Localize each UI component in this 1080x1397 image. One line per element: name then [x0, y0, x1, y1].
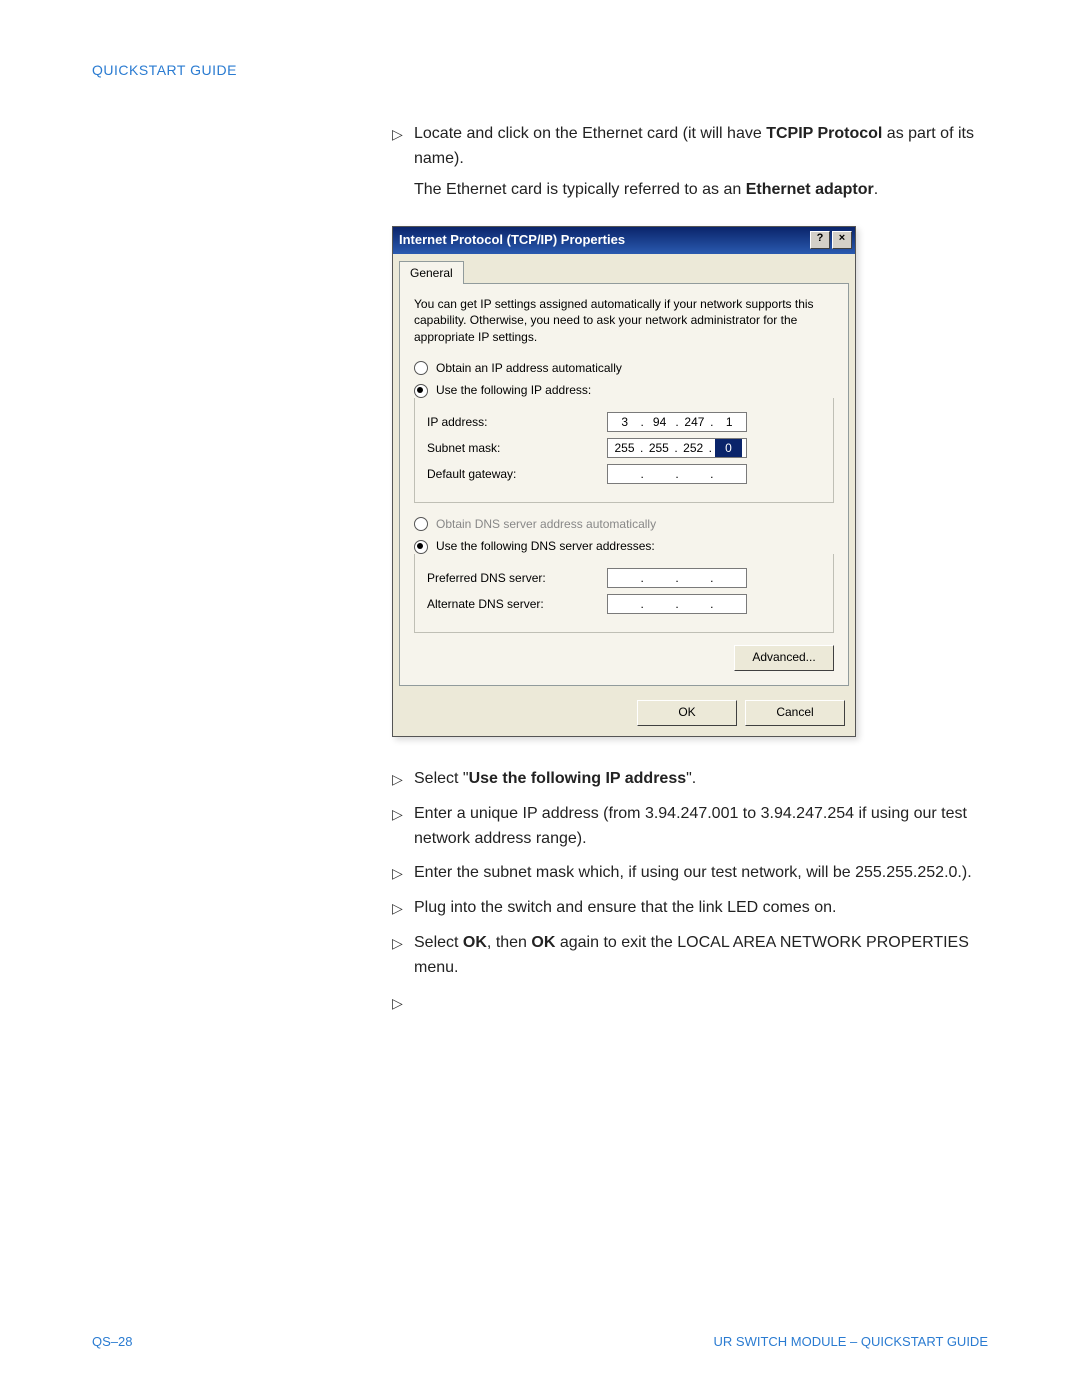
- step-select-use-ip: ▷ Select "Use the following IP address".: [392, 767, 988, 792]
- radio-label: Obtain DNS server address automatically: [436, 515, 656, 534]
- label-ip-address: IP address:: [427, 413, 607, 432]
- step1-pre: Locate and click on the Ethernet card (i…: [414, 125, 766, 142]
- ip-octet: 1: [717, 413, 743, 432]
- ip-octet: 3: [612, 413, 638, 432]
- text: , then: [487, 934, 531, 951]
- close-button[interactable]: ×: [832, 231, 852, 249]
- dns-group: Preferred DNS server: . . . Alternate DN…: [414, 554, 834, 633]
- label-subnet-mask: Subnet mask:: [427, 439, 607, 458]
- ip-octet: 94: [647, 413, 673, 432]
- page-footer: QS–28 UR SWITCH MODULE – QUICKSTART GUID…: [92, 1334, 988, 1349]
- text-bold: OK: [463, 934, 487, 951]
- tcpip-properties-dialog: Internet Protocol (TCP/IP) Properties ? …: [392, 226, 856, 737]
- ip-octet-selected: 0: [715, 439, 742, 458]
- step-enter-mask: ▷ Enter the subnet mask which, if using …: [392, 861, 988, 886]
- ok-button[interactable]: OK: [637, 700, 737, 726]
- help-button[interactable]: ?: [810, 231, 830, 249]
- text: Plug into the switch and ensure that the…: [414, 896, 988, 921]
- alternate-dns-field[interactable]: . . .: [607, 594, 747, 614]
- ip-octet: 247: [682, 413, 708, 432]
- ip-octet: 252: [681, 439, 706, 458]
- label-alternate-dns: Alternate DNS server:: [427, 595, 607, 614]
- ip-octet: 255: [612, 439, 637, 458]
- step-select-ok: ▷ Select OK, then OK again to exit the L…: [392, 931, 988, 981]
- dialog-description: You can get IP settings assigned automat…: [414, 296, 834, 345]
- text-bold: OK: [531, 934, 555, 951]
- bullet-icon: ▷: [392, 896, 414, 920]
- radio-label: Obtain an IP address automatically: [436, 359, 622, 378]
- cancel-button[interactable]: Cancel: [745, 700, 845, 726]
- step-plug-switch: ▷ Plug into the switch and ensure that t…: [392, 896, 988, 921]
- radio-obtain-ip-auto[interactable]: Obtain an IP address automatically: [414, 359, 834, 378]
- step1-bold: TCPIP Protocol: [766, 125, 882, 142]
- subnet-mask-field[interactable]: 255. 255. 252. 0: [607, 438, 747, 458]
- text: Enter the subnet mask which, if using ou…: [414, 861, 988, 886]
- radio-selected-icon: [414, 384, 428, 398]
- bullet-icon: ▷: [392, 931, 414, 955]
- bullet-icon: ▷: [392, 861, 414, 885]
- step-locate-card: ▷ Locate and click on the Ethernet card …: [392, 122, 988, 172]
- radio-icon: [414, 361, 428, 375]
- step-empty: ▷: [392, 991, 988, 1015]
- bullet-icon: ▷: [392, 991, 414, 1015]
- radio-selected-icon: [414, 540, 428, 554]
- dialog-titlebar: Internet Protocol (TCP/IP) Properties ? …: [393, 227, 855, 253]
- text: Enter a unique IP address (from 3.94.247…: [414, 802, 988, 852]
- tab-general[interactable]: General: [399, 261, 464, 285]
- note-pre: The Ethernet card is typically referred …: [414, 181, 746, 198]
- ip-octet: 255: [646, 439, 671, 458]
- radio-label: Use the following DNS server addresses:: [436, 537, 655, 556]
- ethernet-note: The Ethernet card is typically referred …: [414, 178, 988, 203]
- bullet-icon: ▷: [392, 802, 414, 826]
- note-bold: Ethernet adaptor: [746, 181, 874, 198]
- step-enter-ip: ▷ Enter a unique IP address (from 3.94.2…: [392, 802, 988, 852]
- text-bold: Use the following IP address: [469, 770, 687, 787]
- label-default-gateway: Default gateway:: [427, 465, 607, 484]
- ip-group: IP address: 3. 94. 247. 1 Subnet mask: 2…: [414, 398, 834, 503]
- advanced-button[interactable]: Advanced...: [734, 645, 834, 671]
- label-preferred-dns: Preferred DNS server:: [427, 569, 607, 588]
- default-gateway-field[interactable]: . . .: [607, 464, 747, 484]
- ip-address-field[interactable]: 3. 94. 247. 1: [607, 412, 747, 432]
- page-header: QUICKSTART GUIDE: [92, 62, 988, 78]
- text: Select: [414, 934, 463, 951]
- note-post: .: [874, 181, 878, 198]
- radio-obtain-dns-auto: Obtain DNS server address automatically: [414, 515, 834, 534]
- text: Select ": [414, 770, 469, 787]
- footer-title: UR SWITCH MODULE – QUICKSTART GUIDE: [714, 1334, 988, 1349]
- radio-label: Use the following IP address:: [436, 381, 591, 400]
- preferred-dns-field[interactable]: . . .: [607, 568, 747, 588]
- radio-icon: [414, 517, 428, 531]
- page-number: QS–28: [92, 1334, 132, 1349]
- bullet-icon: ▷: [392, 767, 414, 791]
- text: ".: [686, 770, 696, 787]
- dialog-title: Internet Protocol (TCP/IP) Properties: [399, 230, 625, 250]
- bullet-icon: ▷: [392, 122, 414, 146]
